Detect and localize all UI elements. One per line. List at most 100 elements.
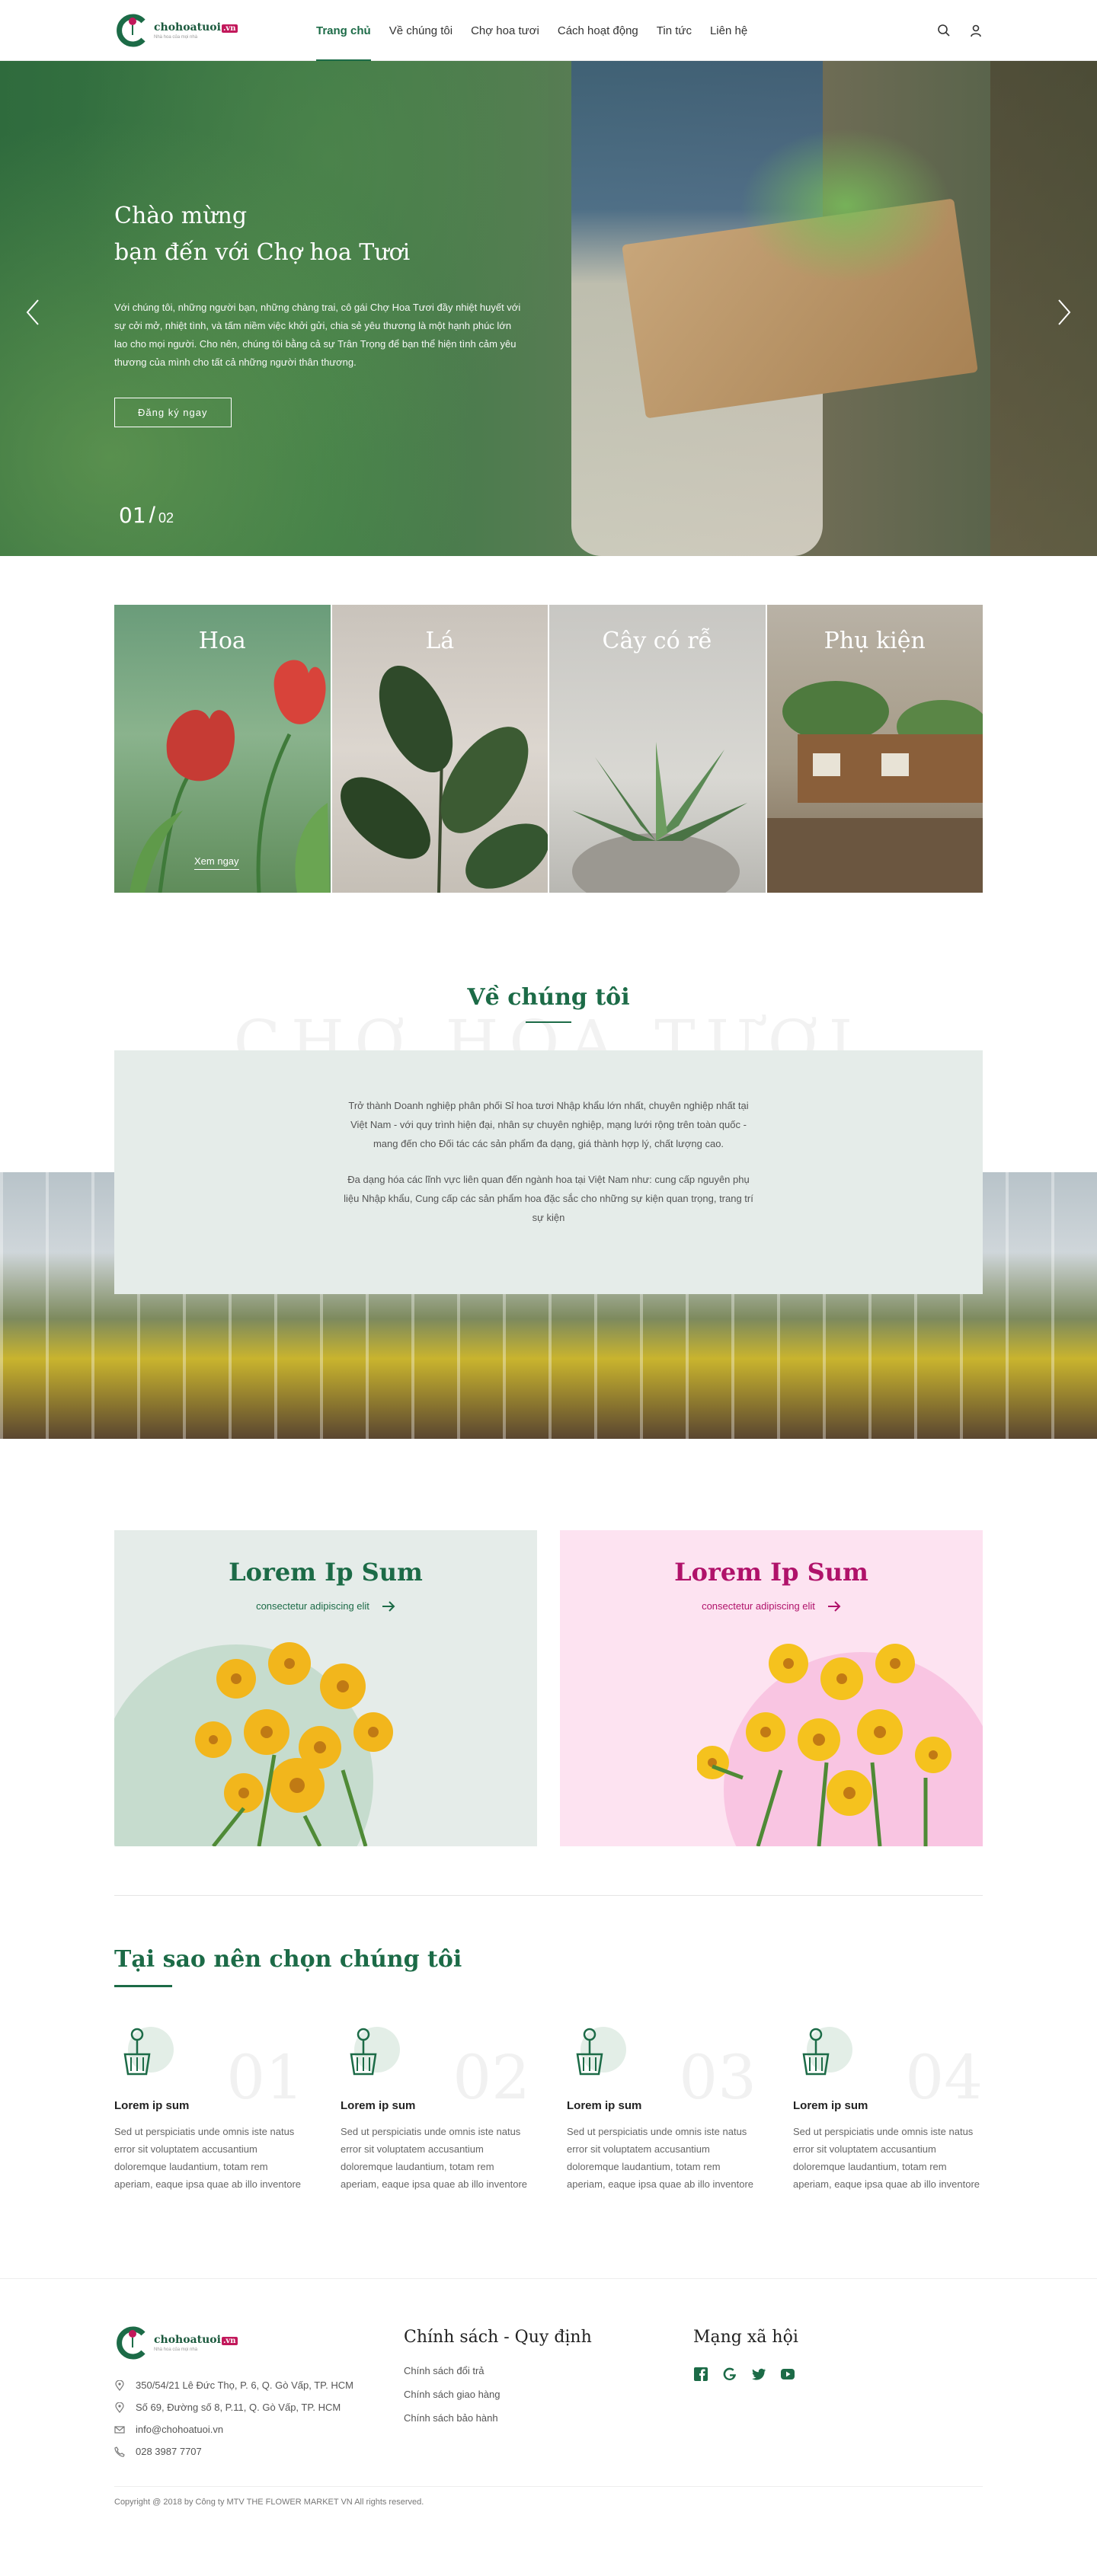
flower-basket-icon	[123, 2027, 174, 2076]
promo-title: Lorem Ip Sum	[229, 1558, 423, 1587]
yellow-flowers-image	[195, 1642, 393, 1846]
category-card-rooted-plants[interactable]: Cây có rễ	[549, 605, 766, 893]
why-item-heading: Lorem ip sum	[341, 2099, 416, 2112]
category-see-more-link[interactable]: Xem ngay	[194, 855, 239, 870]
main-nav: Trang chủ Về chúng tôi Chợ hoa tươi Cách…	[316, 0, 937, 61]
about-title-underline	[526, 1021, 571, 1023]
logo-tld: .vn	[221, 24, 238, 33]
why-item: 04 Lorem ip sum Sed ut perspiciatis unde…	[793, 2019, 983, 2193]
category-grid: Hoa Xem ngay Lá Cây có rễ Phụ kiện	[114, 605, 983, 893]
policy-title: Chính sách - Quy định	[404, 2328, 592, 2347]
nav-item-news[interactable]: Tin tức	[657, 0, 692, 61]
phone-icon	[114, 2446, 125, 2457]
flower-basket-icon	[576, 2027, 626, 2076]
contact-phone[interactable]: 028 3987 7707	[114, 2446, 404, 2457]
contact-text: 028 3987 7707	[136, 2446, 202, 2457]
category-name: Cây có rễ	[602, 628, 713, 654]
user-icon[interactable]	[969, 24, 983, 37]
slide-counter: 01/02	[119, 503, 174, 529]
promo-card-pink[interactable]: Lorem Ip Sum consectetur adipiscing elit	[560, 1530, 983, 1846]
nav-item-contact[interactable]: Liên hệ	[710, 0, 747, 61]
why-item: 03 Lorem ip sum Sed ut perspiciatis unde…	[567, 2019, 756, 2193]
promo-card-green[interactable]: Lorem Ip Sum consectetur adipiscing elit	[114, 1530, 537, 1846]
about-text-box: Trở thành Doanh nghiệp phân phối Sỉ hoa …	[114, 1050, 983, 1294]
nav-item-how-it-works[interactable]: Cách hoạt động	[558, 0, 638, 61]
slide-total: 02	[158, 510, 174, 526]
youtube-icon[interactable]	[780, 2367, 795, 2382]
promo-title: Lorem Ip Sum	[674, 1558, 868, 1587]
category-name: Phụ kiện	[824, 628, 926, 654]
why-item-text: Sed ut perspiciatis unde omnis iste natu…	[114, 2126, 302, 2190]
arrow-right-icon[interactable]	[827, 1600, 841, 1612]
logo[interactable]: chohoatuoi .vn Nhà hoa của mọi nhà	[114, 12, 316, 49]
register-button[interactable]: Đăng ký ngay	[114, 398, 232, 427]
contact-text: info@chohoatuoi.vn	[136, 2424, 224, 2435]
slider-prev-icon[interactable]	[23, 297, 41, 328]
contact-list: 350/54/21 Lê Đức Thọ, P. 6, Q. Gò Vấp, T…	[114, 2379, 404, 2457]
promo-subtitle: consectetur adipiscing elit	[702, 1600, 815, 1612]
slide-separator: /	[149, 503, 155, 528]
category-name: Hoa	[198, 628, 246, 654]
google-icon[interactable]	[722, 2367, 737, 2382]
hero-window-image	[990, 61, 1097, 556]
why-title: Tại sao nên chọn chúng tôi	[114, 1946, 462, 1973]
logo-mark-icon	[117, 14, 146, 47]
promo-banners: Lorem Ip Sum consectetur adipiscing elit	[114, 1530, 983, 1846]
logo-tld: .vn	[221, 2337, 238, 2345]
social-links	[693, 2367, 983, 2382]
twitter-icon[interactable]	[751, 2367, 766, 2382]
site-footer: chohoatuoi .vn Nhà hoa của mọi nhà 350/54…	[0, 2278, 1097, 2520]
why-item-heading: Lorem ip sum	[114, 2099, 190, 2112]
contact-text: 350/54/21 Lê Đức Thọ, P. 6, Q. Gò Vấp, T…	[136, 2379, 353, 2391]
category-card-accessories[interactable]: Phụ kiện	[766, 605, 983, 893]
logo-name: chohoatuoi	[154, 2334, 221, 2346]
social-title: Mạng xã hội	[693, 2328, 798, 2347]
hero-description: Với chúng tôi, những người bạn, những ch…	[114, 302, 521, 368]
contact-address-1: 350/54/21 Lê Đức Thọ, P. 6, Q. Gò Vấp, T…	[114, 2379, 404, 2391]
mail-icon	[114, 2425, 125, 2434]
map-pin-icon	[115, 2379, 124, 2391]
about-title: Về chúng tôi	[467, 984, 630, 1011]
arrow-right-icon[interactable]	[382, 1600, 395, 1612]
flower-basket-icon	[802, 2027, 852, 2076]
facebook-icon[interactable]	[693, 2367, 708, 2382]
contact-address-2: Số 69, Đường số 8, P.11, Q. Gò Vấp, TP. …	[114, 2402, 404, 2413]
site-header: chohoatuoi .vn Nhà hoa của mọi nhà Trang …	[0, 0, 1097, 61]
slide-current: 01	[119, 503, 146, 528]
hero-plant-image	[731, 122, 960, 289]
yellow-flowers-image	[697, 1644, 951, 1846]
why-item-text: Sed ut perspiciatis unde omnis iste natu…	[567, 2126, 754, 2190]
nav-item-market[interactable]: Chợ hoa tươi	[471, 0, 539, 61]
hero-slider: Chào mừng bạn đến với Chợ hoa Tươi Với c…	[0, 61, 1097, 556]
about-paragraph-1: Trở thành Doanh nghiệp phân phối Sỉ hoa …	[348, 1100, 749, 1149]
slider-next-icon[interactable]	[1056, 297, 1074, 328]
nav-item-home[interactable]: Trang chủ	[316, 0, 371, 61]
hero-title-line2: bạn đến với Chợ hoa Tươi	[114, 239, 411, 266]
policy-link-warranty[interactable]: Chính sách bảo hành	[404, 2412, 693, 2424]
why-item: 01 Lorem ip sum Sed ut perspiciatis unde…	[114, 2019, 304, 2193]
footer-logo[interactable]: chohoatuoi .vn Nhà hoa của mọi nhà	[114, 2325, 316, 2361]
why-section: Tại sao nên chọn chúng tôi 01 Lorem ip s…	[114, 1946, 983, 2193]
about-section: CHỢ HOA TƯƠI Về chúng tôi Trở thành Doan…	[0, 984, 1097, 1439]
map-pin-icon	[115, 2402, 124, 2413]
category-card-leaves[interactable]: Lá	[331, 605, 548, 893]
promo-subtitle: consectetur adipiscing elit	[256, 1600, 369, 1612]
logo-tagline: Nhà hoa của mọi nhà	[154, 35, 198, 40]
category-card-flowers[interactable]: Hoa Xem ngay	[114, 605, 331, 893]
section-divider	[114, 1895, 983, 1896]
why-item-heading: Lorem ip sum	[793, 2099, 868, 2112]
why-item-heading: Lorem ip sum	[567, 2099, 642, 2112]
policy-link-shipping[interactable]: Chính sách giao hàng	[404, 2389, 693, 2400]
why-item-text: Sed ut perspiciatis unde omnis iste natu…	[793, 2126, 980, 2190]
copyright: Copyright @ 2018 by Công ty MTV THE FLOW…	[114, 2486, 983, 2520]
contact-text: Số 69, Đường số 8, P.11, Q. Gò Vấp, TP. …	[136, 2402, 341, 2413]
why-item: 02 Lorem ip sum Sed ut perspiciatis unde…	[341, 2019, 530, 2193]
nav-item-about[interactable]: Về chúng tôi	[389, 0, 453, 61]
policy-link-returns[interactable]: Chính sách đổi trả	[404, 2365, 693, 2376]
about-paragraph-2: Đa dạng hóa các lĩnh vực liên quan đến n…	[344, 1174, 753, 1223]
contact-email[interactable]: info@chohoatuoi.vn	[114, 2424, 404, 2435]
why-item-text: Sed ut perspiciatis unde omnis iste natu…	[341, 2126, 528, 2190]
flower-basket-icon	[350, 2027, 400, 2076]
logo-name: chohoatuoi	[154, 21, 221, 34]
search-icon[interactable]	[937, 24, 951, 37]
